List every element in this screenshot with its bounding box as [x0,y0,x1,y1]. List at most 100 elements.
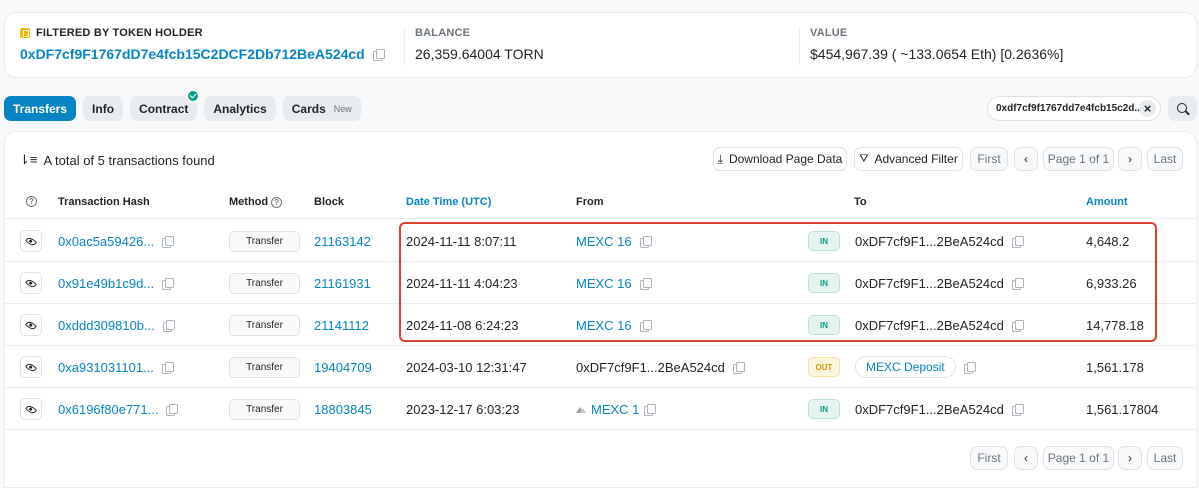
view-details-button[interactable] [20,356,42,378]
eye-icon [24,360,38,374]
tab-transfers[interactable]: Transfers [4,96,77,121]
close-icon[interactable]: × [1139,100,1156,117]
tx-hash-link[interactable]: 0x0ac5a59426... [58,234,154,249]
to-column-header: To [854,196,867,208]
amount-value: 14,778.18 [1086,317,1144,333]
first-page-button[interactable]: First [970,147,1008,171]
view-details-button[interactable] [20,398,42,420]
amount-column-header[interactable]: Amount [1086,196,1128,208]
copy-icon[interactable] [963,361,976,374]
copy-icon[interactable] [1011,319,1024,332]
from-address-link[interactable]: MEXC 1 [591,402,639,417]
last-page-button[interactable]: Last [1147,147,1183,171]
tab-cards[interactable]: Cards New [282,96,361,121]
from-address[interactable]: 0xDF7cf9F1...2BeA524cd [576,360,725,375]
method-badge: Transfer [229,356,300,378]
value-amount: $454,967.39 ( ~133.0654 Eth) [0.2636%] [810,46,1064,62]
next-page-button[interactable]: › [1118,147,1142,171]
tx-hash-link[interactable]: 0xddd309810b... [58,318,155,333]
hash-column-header: Transaction Hash [58,196,150,208]
direction-badge: IN [808,273,840,293]
amount-value: 6,933.26 [1086,275,1137,291]
last-page-button[interactable]: Last [1147,446,1183,470]
tab-analytics[interactable]: Analytics [204,96,276,121]
tx-hash-link[interactable]: 0xa931031101... [58,360,154,375]
first-page-button[interactable]: First [970,446,1008,470]
eye-icon [24,318,38,332]
download-icon: ⤓ [717,151,723,166]
tab-info[interactable]: Info [83,96,124,121]
datetime-column-header[interactable]: Date Time (UTC) [406,196,491,208]
filtered-label: FILTERED BY TOKEN HOLDER [36,27,203,39]
eye-icon [24,234,38,248]
holder-address-link[interactable]: 0xDF7cf9F1767dD7e4fcb15C2DCF2Db712BeA524… [20,46,365,62]
amount-value: 1,561.17804 [1086,401,1159,417]
block-link[interactable]: 21161931 [314,276,371,291]
eye-icon [24,276,38,290]
from-address-link[interactable]: MEXC 16 [576,318,632,333]
view-details-button[interactable] [20,272,42,294]
view-details-button[interactable] [20,314,42,336]
copy-icon[interactable] [1011,235,1024,248]
filter-funnel-icon: ⛛ [859,152,869,165]
download-button[interactable]: ⤓ Download Page Data [713,147,847,171]
to-address[interactable]: 0xDF7cf9F1...2BeA524cd [855,402,1004,417]
view-details-button[interactable] [20,230,42,252]
to-address[interactable]: 0xDF7cf9F1...2BeA524cd [855,234,1004,249]
copy-icon[interactable] [639,277,652,290]
copy-icon[interactable] [372,48,385,61]
balance-label: BALANCE [415,27,471,39]
tab-contract[interactable]: Contract [130,90,200,121]
sort-icon: ⇂≡ [19,152,38,167]
datetime-value: 2023-12-17 6:03:23 [406,401,520,417]
prev-page-button[interactable]: ‹ [1014,446,1038,470]
method-badge: Transfer [229,230,300,252]
copy-icon[interactable] [1011,403,1024,416]
header-divider [5,218,1196,219]
direction-badge: IN [808,315,840,335]
block-link[interactable]: 21141112 [314,318,369,333]
block-link[interactable]: 18803845 [314,402,372,417]
block-link[interactable]: 19404709 [314,360,372,375]
to-address[interactable]: 0xDF7cf9F1...2BeA524cd [855,318,1004,333]
to-address-tag[interactable]: MEXC Deposit [855,356,956,378]
datetime-value: 2024-03-10 12:31:47 [406,359,527,375]
copy-icon[interactable] [166,403,179,416]
mexc-logo-icon [576,406,586,413]
block-link[interactable]: 21163142 [314,234,371,249]
tx-hash-link[interactable]: 0x6196f80e771... [58,402,158,417]
prev-page-button[interactable]: ‹ [1014,147,1038,171]
from-address-link[interactable]: MEXC 16 [576,276,632,291]
copy-icon[interactable] [639,319,652,332]
from-column-header: From [576,196,604,208]
copy-icon[interactable] [161,361,174,374]
copy-icon[interactable] [1011,277,1024,290]
tab-bar: Transfers Info Contract Analytics Cards N… [4,90,361,121]
copy-icon[interactable] [162,277,175,290]
advanced-filter-button[interactable]: ⛛ Advanced Filter [854,147,963,171]
next-page-button[interactable]: › [1118,446,1142,470]
copy-icon[interactable] [639,235,652,248]
search-icon [1176,102,1189,115]
divider [404,27,405,65]
question-icon: ? [26,196,37,207]
tx-hash-link[interactable]: 0x91e49b1c9d... [58,276,154,291]
method-column-header: Method? [229,196,283,208]
direction-badge: OUT [808,357,840,377]
datetime-value: 2024-11-11 4:04:23 [406,275,518,291]
table-row: 0x6196f80e771... Transfer 18803845 2023-… [5,388,1196,430]
transfers-card: ⇂≡ A total of 5 transactions found ⤓ Down… [4,131,1197,488]
from-address-link[interactable]: MEXC 16 [576,234,632,249]
balance-value: 26,359.64004 TORN [415,46,544,62]
copy-icon[interactable] [732,361,745,374]
copy-icon[interactable] [162,235,175,248]
copy-icon[interactable] [644,403,657,416]
table-row: 0xddd309810b... Transfer 21141112 2024-1… [5,304,1196,346]
total-text: A total of 5 transactions found [43,152,215,168]
search-button[interactable] [1168,96,1197,121]
question-icon[interactable]: ? [271,196,283,208]
address-filter-chip: 0xdf7cf9f1767dd7e4fcb15c2d... × [987,96,1161,121]
to-address[interactable]: 0xDF7cf9F1...2BeA524cd [855,276,1004,291]
info-column-header: ? [26,196,37,207]
copy-icon[interactable] [162,319,175,332]
